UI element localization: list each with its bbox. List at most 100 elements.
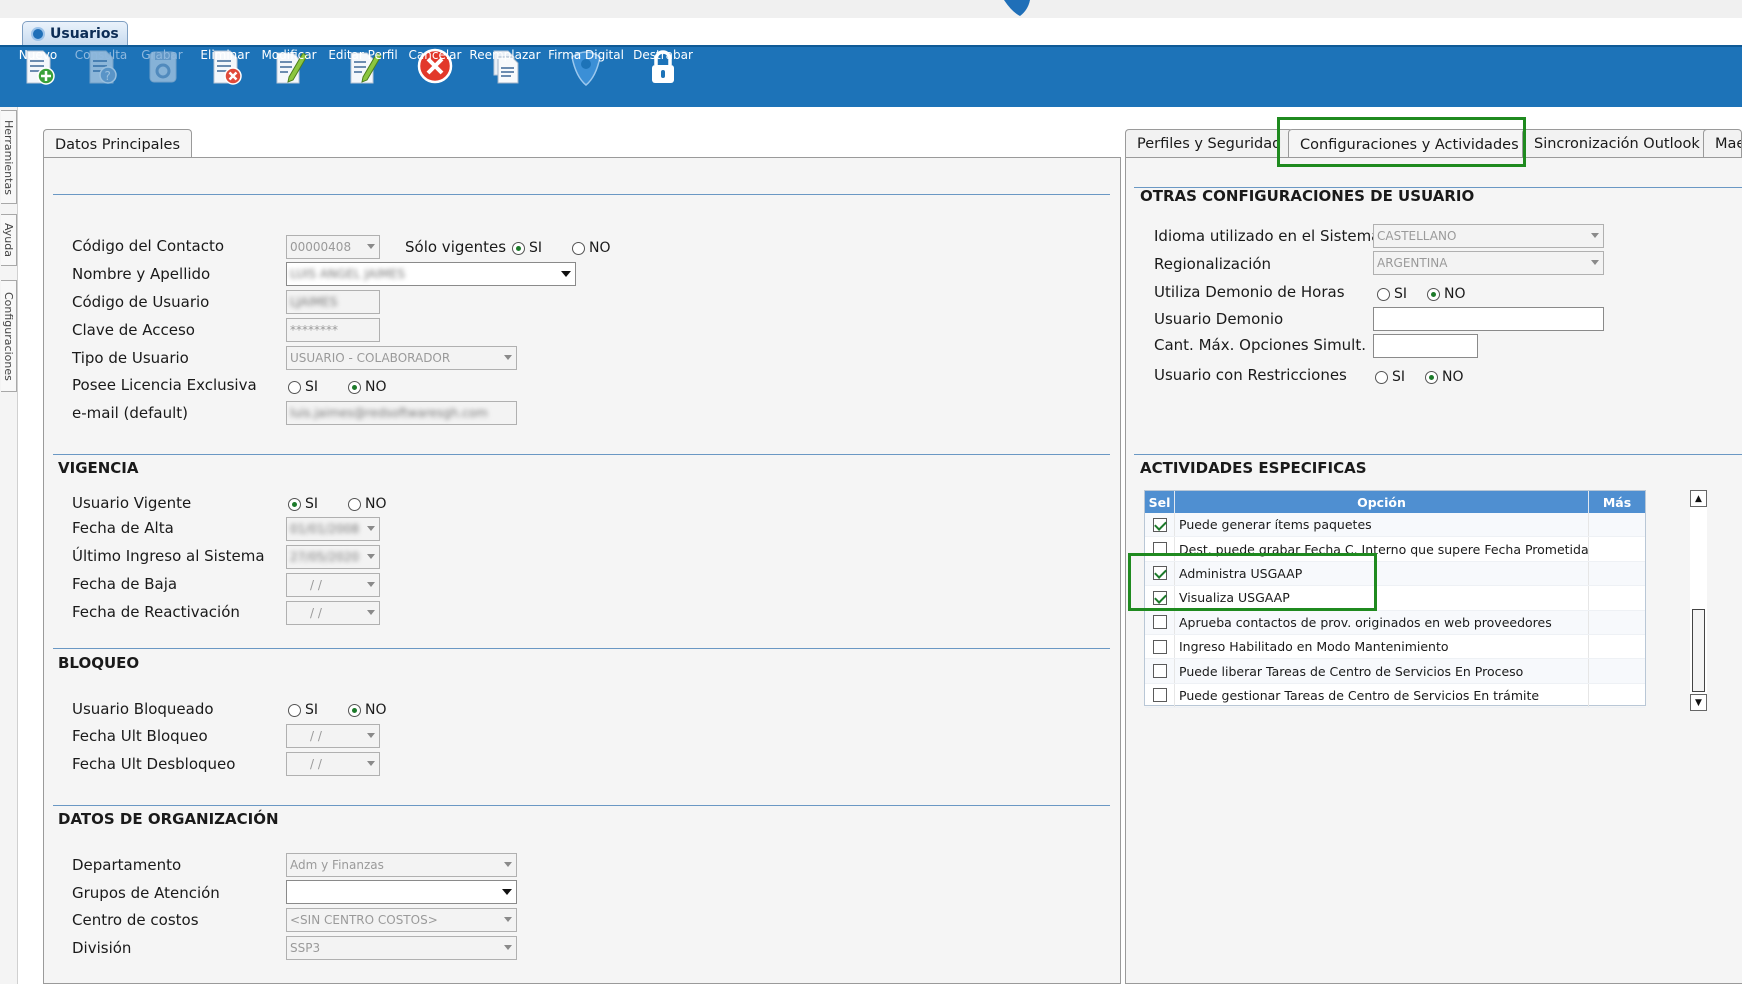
fecha-alta-field[interactable]: 01/01/2008	[286, 517, 380, 541]
side-tab-configuraciones[interactable]: Configuraciones	[1, 280, 17, 392]
division-value: SSP3	[290, 941, 321, 955]
row-checkbox[interactable]	[1152, 566, 1167, 581]
row-checkbox[interactable]	[1152, 615, 1167, 630]
table-row[interactable]: Ingreso Habilitado en Modo Mantenimiento	[1145, 634, 1645, 660]
usuario-bloqueado-no-radio[interactable]: NO	[348, 702, 387, 718]
row-select-cell	[1145, 659, 1175, 683]
idioma-select[interactable]: CASTELLANO	[1373, 224, 1604, 248]
col-opcion-header[interactable]: Opción	[1175, 491, 1589, 513]
row-mas-cell[interactable]	[1589, 659, 1645, 682]
tab-datos-principales[interactable]: Datos Principales	[43, 129, 193, 159]
departamento-select[interactable]: Adm y Finanzas	[286, 853, 517, 877]
fecha-ult-bloqueo-field[interactable]: / /	[286, 724, 380, 748]
tipo-usuario-select[interactable]: USUARIO - COLABORADOR	[286, 346, 517, 370]
division-select[interactable]: SSP3	[286, 936, 517, 960]
modify-button[interactable]: Modificar	[261, 47, 317, 107]
edit-profile-button[interactable]: Editar Perfil	[326, 47, 400, 107]
codigo-contacto-select[interactable]: 00000408	[286, 235, 380, 259]
scroll-down-arrow-icon[interactable]: ▼	[1690, 694, 1707, 711]
replace-button[interactable]: Reemplazar	[469, 47, 541, 107]
fecha-ult-desbloqueo-field[interactable]: / /	[286, 752, 380, 776]
table-row[interactable]: Aprueba contactos de prov. originados en…	[1145, 610, 1645, 635]
side-tab-ayuda[interactable]: Ayuda	[1, 214, 17, 266]
scroll-up-arrow-icon[interactable]: ▲	[1690, 490, 1707, 507]
nombre-apellido-select[interactable]: LUIS ANGEL JAIMES	[286, 262, 576, 286]
row-mas-cell[interactable]	[1589, 684, 1645, 707]
tab-configuraciones-actividades[interactable]: Configuraciones y Actividades	[1288, 129, 1531, 159]
table-row[interactable]: Visualiza USGAAP	[1145, 586, 1645, 611]
window-tab[interactable]: Usuarios	[22, 21, 128, 45]
grid-scrollbar[interactable]: ▲ ▼	[1690, 490, 1707, 711]
save-button-label: Grabar	[141, 48, 183, 62]
scroll-thumb[interactable]	[1692, 609, 1705, 692]
new-button[interactable]: Nuevo	[14, 47, 62, 107]
row-mas-cell[interactable]	[1589, 611, 1645, 634]
tab-sincronizacion-outlook[interactable]: Sincronización Outlook	[1522, 129, 1712, 158]
centro-costos-select[interactable]: <SIN CENTRO COSTOS>	[286, 908, 517, 932]
usuario-vigente-no-radio[interactable]: NO	[348, 496, 387, 512]
query-button[interactable]: ? Consulta	[73, 47, 129, 107]
table-row[interactable]: Dest. puede grabar Fecha C. Interno que …	[1145, 537, 1645, 562]
restricciones-no-radio[interactable]: NO	[1425, 369, 1464, 385]
email-field[interactable]: luis.jaimes@redsoftwaresgh.com	[286, 401, 517, 425]
table-row[interactable]: Puede liberar Tareas de Centro de Servic…	[1145, 659, 1645, 684]
row-checkbox[interactable]	[1152, 590, 1167, 605]
cancel-button[interactable]: Cancelar	[408, 47, 462, 107]
demonio-horas-no-radio[interactable]: NO	[1427, 286, 1466, 302]
table-row[interactable]: Administra USGAAP	[1145, 561, 1645, 587]
row-checkbox[interactable]	[1152, 517, 1167, 532]
chevron-down-icon	[367, 526, 375, 531]
idioma-label: Idioma utilizado en el Sistema	[1154, 227, 1381, 245]
tab-perfiles-seguridad[interactable]: Perfiles y Seguridad	[1125, 129, 1294, 158]
row-mas-cell[interactable]	[1589, 635, 1645, 658]
actividades-section-title: ACTIVIDADES ESPECIFICAS	[1140, 459, 1367, 477]
delete-button[interactable]: Eliminar	[199, 47, 251, 107]
table-row[interactable]: Puede generar ítems paquetes	[1145, 513, 1645, 538]
row-mas-cell[interactable]	[1589, 562, 1645, 585]
fecha-reactivacion-field[interactable]: / /	[286, 601, 380, 625]
col-mas-header[interactable]: Más	[1589, 491, 1645, 513]
row-mas-cell[interactable]	[1589, 586, 1645, 609]
solo-vigentes-si-radio[interactable]: SI	[512, 240, 542, 256]
fecha-baja-field[interactable]: / /	[286, 573, 380, 597]
usuario-bloqueado-si-radio[interactable]: SI	[288, 702, 318, 718]
licencia-no-radio[interactable]: NO	[348, 379, 387, 395]
col-sel-header[interactable]: Sel	[1145, 491, 1175, 513]
save-button[interactable]: Grabar	[138, 47, 186, 107]
row-option-label: Puede generar ítems paquetes	[1175, 513, 1589, 537]
unlock-button[interactable]: Destrabar	[632, 47, 694, 107]
codigo-usuario-field[interactable]: LJAIMES	[286, 290, 380, 314]
usuario-vigente-si-radio[interactable]: SI	[288, 496, 318, 512]
row-checkbox[interactable]	[1152, 664, 1167, 679]
scroll-track[interactable]	[1690, 507, 1707, 694]
table-row[interactable]: Puede gestionar Tareas de Centro de Serv…	[1145, 683, 1645, 709]
radio-dot	[348, 703, 361, 717]
demonio-horas-label: Utiliza Demonio de Horas	[1154, 283, 1345, 301]
row-select-cell	[1145, 561, 1175, 586]
vigencia-section-title: VIGENCIA	[58, 459, 139, 477]
clave-acceso-field[interactable]: ********	[286, 318, 380, 342]
row-checkbox[interactable]	[1152, 542, 1167, 557]
row-checkbox[interactable]	[1152, 688, 1167, 703]
demonio-horas-si-radio[interactable]: SI	[1377, 286, 1407, 302]
usuario-vigente-label: Usuario Vigente	[72, 494, 192, 512]
digital-signature-button[interactable]: Firma Digital	[548, 47, 624, 107]
grupos-atencion-select[interactable]	[286, 880, 517, 904]
row-mas-cell[interactable]	[1589, 513, 1645, 536]
radio-si-label: SI	[305, 379, 319, 395]
row-checkbox[interactable]	[1152, 639, 1167, 654]
row-mas-cell[interactable]	[1589, 537, 1645, 560]
codigo-usuario-value: LJAIMES	[290, 295, 338, 309]
restricciones-si-radio[interactable]: SI	[1375, 369, 1405, 385]
solo-vigentes-no-radio[interactable]: NO	[572, 240, 611, 256]
licencia-si-radio[interactable]: SI	[288, 379, 318, 395]
ultimo-ingreso-field[interactable]: 27/05/2020	[286, 545, 380, 569]
tab-maestros[interactable]: Mae	[1703, 129, 1742, 158]
organizacion-section-title: DATOS DE ORGANIZACIÓN	[58, 810, 279, 828]
regionalizacion-select[interactable]: ARGENTINA	[1373, 251, 1604, 275]
usuario-demonio-field[interactable]	[1373, 307, 1604, 331]
side-tab-herramientas[interactable]: Herramientas	[1, 110, 17, 204]
tipo-usuario-label: Tipo de Usuario	[72, 349, 189, 367]
cant-max-field[interactable]	[1373, 334, 1478, 358]
restricciones-label: Usuario con Restricciones	[1154, 366, 1347, 384]
